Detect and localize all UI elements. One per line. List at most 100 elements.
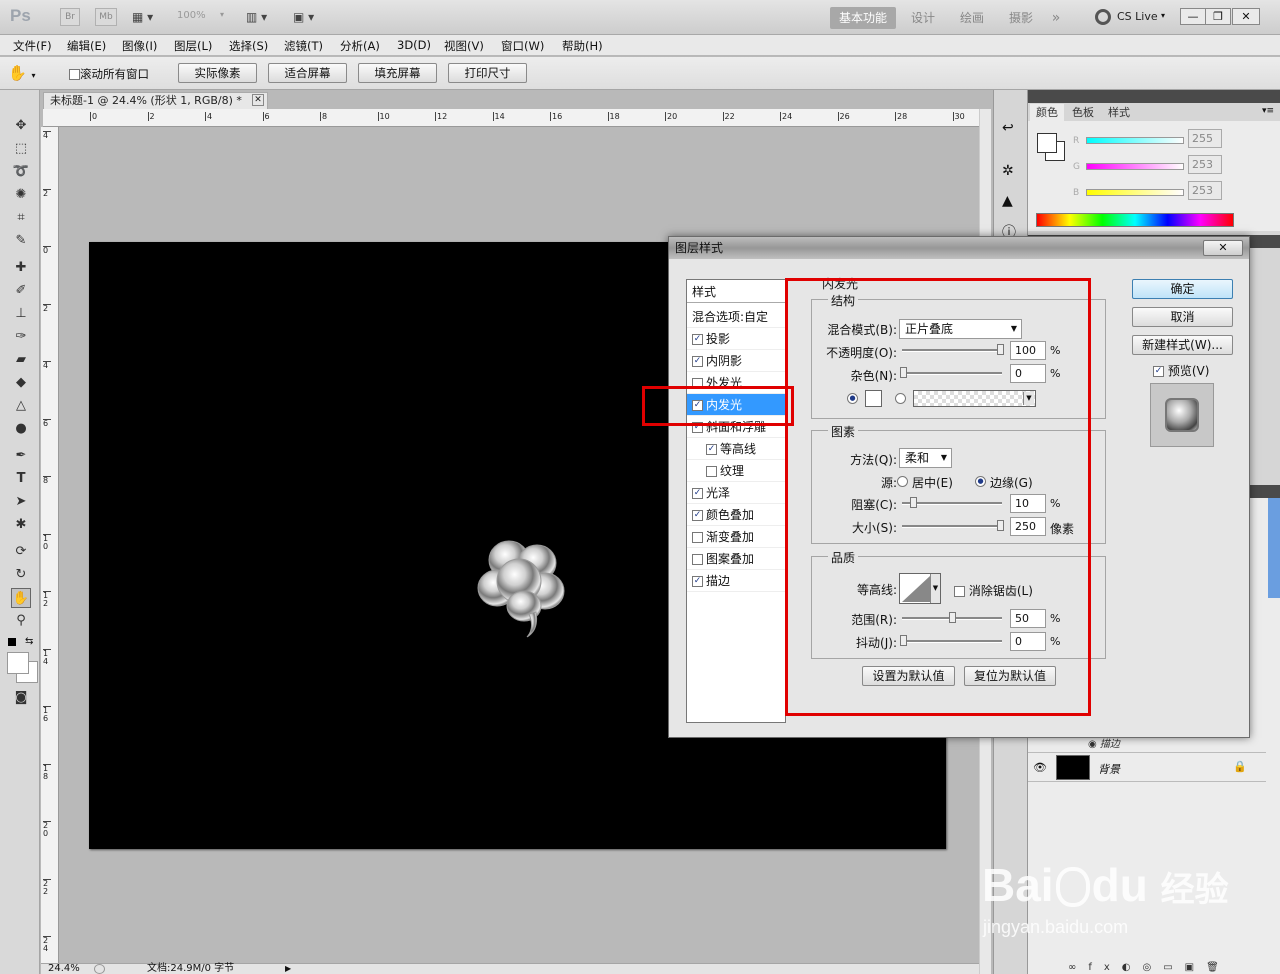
horizontal-ruler[interactable]: 0 2 4 6 8 10 12 14 16 18 20 22 24 26 28 30 xyxy=(43,109,979,127)
workspace-photography[interactable]: 摄影 xyxy=(1001,7,1041,29)
checkbox-icon[interactable]: ✓ xyxy=(692,488,703,499)
style-item-10[interactable]: 图案叠加 xyxy=(687,548,785,570)
paint-bucket-tool-icon[interactable]: ◆ xyxy=(11,373,31,393)
tab-styles[interactable]: 样式 xyxy=(1102,104,1136,121)
brush-tool-icon[interactable]: ✐ xyxy=(11,281,31,301)
close-button[interactable]: ✕ xyxy=(1232,8,1260,25)
eyedropper-tool-icon[interactable]: ✎ xyxy=(11,231,31,251)
more-workspaces-icon[interactable]: » xyxy=(1045,7,1067,29)
history-brush-tool-icon[interactable]: ✑ xyxy=(11,327,31,347)
arrange-documents-icon[interactable]: ▥ ▾ xyxy=(246,8,267,26)
swap-colors-icon[interactable]: ⇆ xyxy=(25,636,33,647)
panel-foreground-swatch[interactable] xyxy=(1037,133,1057,153)
layers-scrollbar[interactable] xyxy=(1268,498,1280,598)
color-spectrum-ramp[interactable] xyxy=(1036,213,1234,227)
histogram-panel-icon[interactable]: ▲ xyxy=(1002,193,1013,209)
tool-preset-picker[interactable]: ✋ ▾ xyxy=(8,63,58,83)
menu-select[interactable]: 选择(S) xyxy=(229,38,268,54)
history-panel-icon[interactable]: ↩ xyxy=(1002,120,1014,136)
dialog-close-button[interactable]: ✕ xyxy=(1203,240,1243,256)
cslive-dropdown-icon[interactable]: ▾ xyxy=(1161,11,1165,20)
pen-tool-icon[interactable]: ✒ xyxy=(11,446,31,466)
blur-tool-icon[interactable]: △ xyxy=(11,396,31,416)
checkbox-icon[interactable] xyxy=(692,532,703,543)
screen-mode-icon[interactable]: ▣ ▾ xyxy=(293,8,314,26)
shape-tool-icon[interactable]: ✱ xyxy=(11,515,31,535)
checkbox-icon[interactable]: ✓ xyxy=(692,356,703,367)
scroll-all-windows-checkbox[interactable]: 滚动所有窗口 xyxy=(69,66,149,82)
path-selection-tool-icon[interactable]: ➤ xyxy=(11,492,31,512)
style-item-8[interactable]: ✓ 颜色叠加 xyxy=(687,504,785,526)
checkbox-icon[interactable] xyxy=(706,466,717,477)
panel-menu-icon[interactable]: ▾≡ xyxy=(1262,106,1274,116)
workspace-painting[interactable]: 绘画 xyxy=(952,7,992,29)
hand-tool-icon[interactable]: ✋ xyxy=(11,588,31,608)
clone-stamp-tool-icon[interactable]: ⊥ xyxy=(11,304,31,324)
zoom-tool-icon[interactable]: ⚲ xyxy=(11,611,31,631)
cslive-icon[interactable] xyxy=(1095,9,1111,25)
menu-window[interactable]: 窗口(W) xyxy=(501,38,544,54)
workspace-essentials[interactable]: 基本功能 xyxy=(830,7,896,29)
healing-brush-tool-icon[interactable]: ✚ xyxy=(11,258,31,278)
quick-select-tool-icon[interactable]: ✺ xyxy=(11,185,31,205)
preview-checkbox[interactable]: ✓ 预览(V) xyxy=(1153,362,1209,379)
green-slider[interactable] xyxy=(1086,163,1184,170)
red-value[interactable]: 255 xyxy=(1188,129,1222,148)
style-item-11[interactable]: ✓ 描边 xyxy=(687,570,785,592)
blue-slider[interactable] xyxy=(1086,189,1184,196)
close-document-icon[interactable]: ✕ xyxy=(252,94,264,106)
vertical-ruler[interactable]: 4 2 0 2 4 6 8 1 0 1 2 1 4 1 6 1 8 2 0 2 2 2 4 xyxy=(41,127,59,965)
zoom-dropdown-icon[interactable]: ▾ xyxy=(220,10,224,19)
fill-screen-button[interactable]: 填充屏幕 xyxy=(358,63,437,83)
ok-button[interactable]: 确定 xyxy=(1132,279,1233,299)
quick-mask-icon[interactable]: ◙ xyxy=(11,688,31,708)
3d-rotate-tool-icon[interactable]: ⟳ xyxy=(11,542,31,562)
menu-layer[interactable]: 图层(L) xyxy=(174,38,212,54)
blue-value[interactable]: 253 xyxy=(1188,181,1222,200)
type-tool-icon[interactable]: T xyxy=(11,469,31,489)
document-tab[interactable]: 未标题-1 @ 24.4% (形状 1, RGB/8) * ✕ xyxy=(43,92,268,109)
workspace-design[interactable]: 设计 xyxy=(903,7,943,29)
status-zoom-level[interactable]: 24.4% xyxy=(48,964,80,974)
menu-help[interactable]: 帮助(H) xyxy=(562,38,603,54)
menu-view[interactable]: 视图(V) xyxy=(444,38,484,54)
print-size-button[interactable]: 打印尺寸 xyxy=(448,63,527,83)
style-item-1[interactable]: ✓ 内阴影 xyxy=(687,350,785,372)
style-item-9[interactable]: 渐变叠加 xyxy=(687,526,785,548)
checkbox-icon[interactable]: ✓ xyxy=(692,510,703,521)
default-colors-icon[interactable] xyxy=(8,638,16,646)
eraser-tool-icon[interactable]: ▰ xyxy=(11,350,31,370)
style-item-6[interactable]: 纹理 xyxy=(687,460,785,482)
tab-color[interactable]: 颜色 xyxy=(1030,104,1064,121)
menu-filter[interactable]: 滤镜(T) xyxy=(284,38,323,54)
marquee-tool-icon[interactable]: ⬚ xyxy=(11,139,31,159)
lasso-tool-icon[interactable]: ➰ xyxy=(11,162,31,182)
mini-bridge-button[interactable]: Mb xyxy=(95,8,117,26)
restore-button[interactable]: ❐ xyxy=(1205,8,1231,25)
3d-orbit-tool-icon[interactable]: ↻ xyxy=(11,565,31,585)
foreground-color-swatch[interactable] xyxy=(7,652,29,674)
style-item-5[interactable]: ✓ 等高线 xyxy=(687,438,785,460)
crop-tool-icon[interactable]: ⌗ xyxy=(11,208,31,228)
new-style-button[interactable]: 新建样式(W)... xyxy=(1132,335,1233,355)
layer-name[interactable]: 背景 xyxy=(1098,761,1120,777)
cslive-label[interactable]: CS Live xyxy=(1117,10,1158,23)
menu-image[interactable]: 图像(I) xyxy=(122,38,157,54)
bridge-button[interactable]: Br xyxy=(60,8,80,26)
menu-analysis[interactable]: 分析(A) xyxy=(340,38,380,54)
blending-options-item[interactable]: 混合选项:自定 xyxy=(687,306,785,328)
eye-icon[interactable]: 👁 xyxy=(1033,761,1047,774)
green-value[interactable]: 253 xyxy=(1188,155,1222,174)
navigator-panel-icon[interactable]: ✲ xyxy=(1002,163,1014,179)
actual-pixels-button[interactable]: 实际像素 xyxy=(178,63,257,83)
status-menu-arrow-icon[interactable]: ▶ xyxy=(285,964,291,974)
dodge-tool-icon[interactable]: ● xyxy=(11,419,31,439)
view-extras-icon[interactable]: ▦ ▾ xyxy=(132,8,153,26)
checkbox-icon[interactable]: ✓ xyxy=(692,334,703,345)
move-tool-icon[interactable]: ✥ xyxy=(11,116,31,136)
checkbox-icon[interactable]: ✓ xyxy=(706,444,717,455)
style-item-0[interactable]: ✓ 投影 xyxy=(687,328,785,350)
menu-edit[interactable]: 编辑(E) xyxy=(67,38,106,54)
menu-3d[interactable]: 3D(D) xyxy=(397,38,431,52)
status-info-icon[interactable] xyxy=(94,964,105,974)
